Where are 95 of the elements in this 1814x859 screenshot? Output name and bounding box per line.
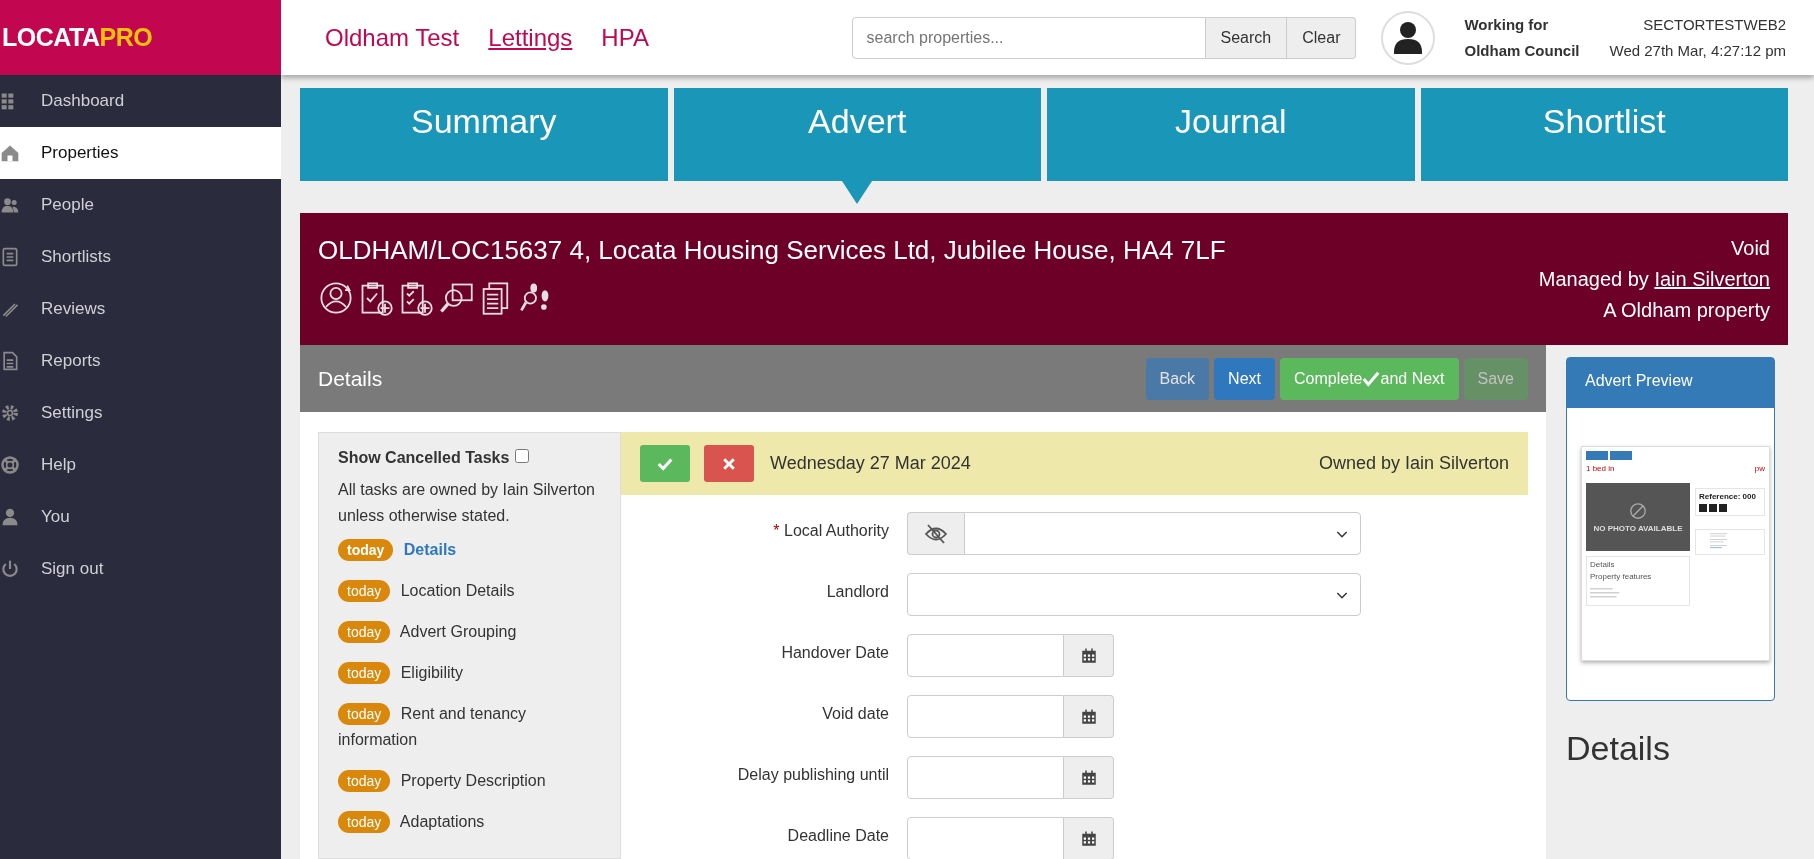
date-badge: today [338, 770, 391, 792]
features-heading: Property features [1590, 572, 1653, 581]
thumbnail-heading: 1 bed in [1586, 464, 1615, 473]
date-badge: today [338, 703, 391, 725]
date-field[interactable] [907, 634, 1064, 677]
power-icon [0, 559, 20, 579]
task-date: Wednesday 27 Mar 2024 [770, 453, 972, 474]
nav-link[interactable]: Lettings [488, 23, 573, 52]
visibility-toggle[interactable] [907, 512, 964, 555]
calendar-icon [1079, 707, 1098, 726]
date-badge: today [338, 662, 391, 684]
date-badge: today [338, 580, 391, 602]
server-name: SECTORTESTWEB2 [1643, 14, 1786, 35]
tag-button [1610, 451, 1632, 460]
calendar-button[interactable] [1064, 634, 1114, 677]
task-link[interactable]: today Eligibility [338, 660, 602, 686]
show-cancelled-label: Show Cancelled Tasks [338, 449, 510, 467]
calendar-icon [1079, 768, 1098, 787]
rent-label: pw [1754, 464, 1765, 473]
sidebar-item[interactable]: Reports [0, 335, 281, 387]
feature-icons-drawing [1699, 504, 1729, 512]
back-button[interactable]: Back [1145, 357, 1210, 400]
nav-link[interactable]: HPA [601, 23, 649, 52]
sidebar-item[interactable]: Sign out [0, 543, 281, 595]
no-photo-text: NO PHOTO AVAILABLE [1593, 523, 1683, 533]
show-cancelled-checkbox[interactable] [515, 449, 530, 463]
task-link[interactable]: today Details [338, 537, 602, 563]
lifebuoy-icon [0, 455, 20, 475]
sidebar-item[interactable]: People [0, 179, 281, 231]
property-title: OLDHAM/LOC15637 4, Locata Housing Services Ltd, Jubilee House, HA4 7LF [318, 235, 1226, 266]
people-icon [0, 195, 20, 215]
field-label: Void date [821, 704, 890, 723]
task-link[interactable]: today Property Description [338, 768, 602, 794]
details-label: Details [1590, 560, 1616, 569]
nav-link[interactable]: Oldham Test [325, 23, 460, 52]
list-icon [0, 247, 20, 267]
select-field[interactable] [907, 573, 1361, 616]
tasks-note: All tasks are owned by Iain Silverton unless otherwise stated. [338, 480, 596, 526]
next-button[interactable]: Next [1214, 357, 1275, 400]
date-time: Wed 27th Mar, 4:27:12 pm [1609, 40, 1786, 61]
property-status: Void [1731, 236, 1770, 261]
sidebar-item[interactable]: Shortlists [0, 231, 281, 283]
sidebar-item[interactable]: You [0, 491, 281, 543]
field-label: Deadline Date [786, 826, 890, 845]
required-mark: * [773, 522, 780, 539]
panel-title: Advert Preview [1567, 358, 1774, 408]
calendar-button[interactable] [1064, 756, 1114, 799]
sidebar-item[interactable]: Reviews [0, 283, 281, 335]
avatar-icon[interactable] [1380, 9, 1437, 66]
clear-button[interactable]: Clear [1287, 16, 1357, 59]
no-photo-icon [1629, 501, 1647, 520]
task-link[interactable]: today Advert Grouping [338, 619, 602, 645]
sidebar-item[interactable]: Help [0, 439, 281, 491]
task-link[interactable]: today Rent and tenancy information [338, 701, 602, 753]
working-for-label: Working for [1464, 14, 1550, 35]
calendar-button[interactable] [1064, 817, 1114, 859]
person-icon [0, 507, 20, 527]
ownership-text: A Oldham property [1603, 298, 1770, 323]
field-label: * Local Authority [772, 521, 890, 540]
field-label: Delay publishing until [736, 765, 890, 784]
reference-text: Reference: 000 [1699, 492, 1757, 501]
task-link[interactable]: today Adaptations [338, 809, 602, 835]
close-icon [721, 455, 737, 472]
task-link[interactable]: today Location Details [338, 578, 602, 604]
advert-thumbnail[interactable]: 1 bed in pw NO PHOTO AVAILABLE Details Property features Reference: 000 [1581, 446, 1770, 661]
field-label: Handover Date [780, 643, 890, 662]
date-field[interactable] [907, 695, 1064, 738]
section-heading: Details [1566, 729, 1671, 768]
reject-button[interactable] [704, 445, 754, 482]
house-icon [0, 143, 20, 163]
calendar-icon [1079, 829, 1098, 848]
managed-by-text: Managed by Iain Silverton [1538, 267, 1770, 292]
organisation-name: Oldham Council [1464, 40, 1580, 61]
date-field[interactable] [907, 817, 1064, 859]
select-field[interactable] [964, 512, 1361, 555]
check-icon [1362, 369, 1381, 388]
date-badge: today [338, 811, 391, 833]
manager-link[interactable]: Iain Silverton [1654, 268, 1770, 290]
search-button[interactable]: Search [1205, 16, 1288, 59]
sidebar-item[interactable]: Settings [0, 387, 281, 439]
date-badge: today [338, 621, 391, 643]
search-field[interactable]: search properties... [851, 16, 1206, 59]
sidebar-item[interactable]: Properties [0, 127, 281, 179]
logo[interactable]: LOCATAPRO [0, 0, 281, 75]
task-owner: Owned by Iain Silverton [1318, 453, 1509, 474]
tag-button [1586, 451, 1608, 460]
date-field[interactable] [907, 756, 1064, 799]
section-title: Details [318, 366, 383, 391]
sidebar-item[interactable]: Dashboard [0, 75, 281, 127]
field-label: Landlord [825, 582, 890, 601]
date-badge: today [338, 539, 394, 561]
calendar-button[interactable] [1064, 695, 1114, 738]
calendar-icon [1079, 646, 1098, 665]
document-icon [0, 351, 20, 371]
person-cycle-icon[interactable] [318, 280, 354, 316]
